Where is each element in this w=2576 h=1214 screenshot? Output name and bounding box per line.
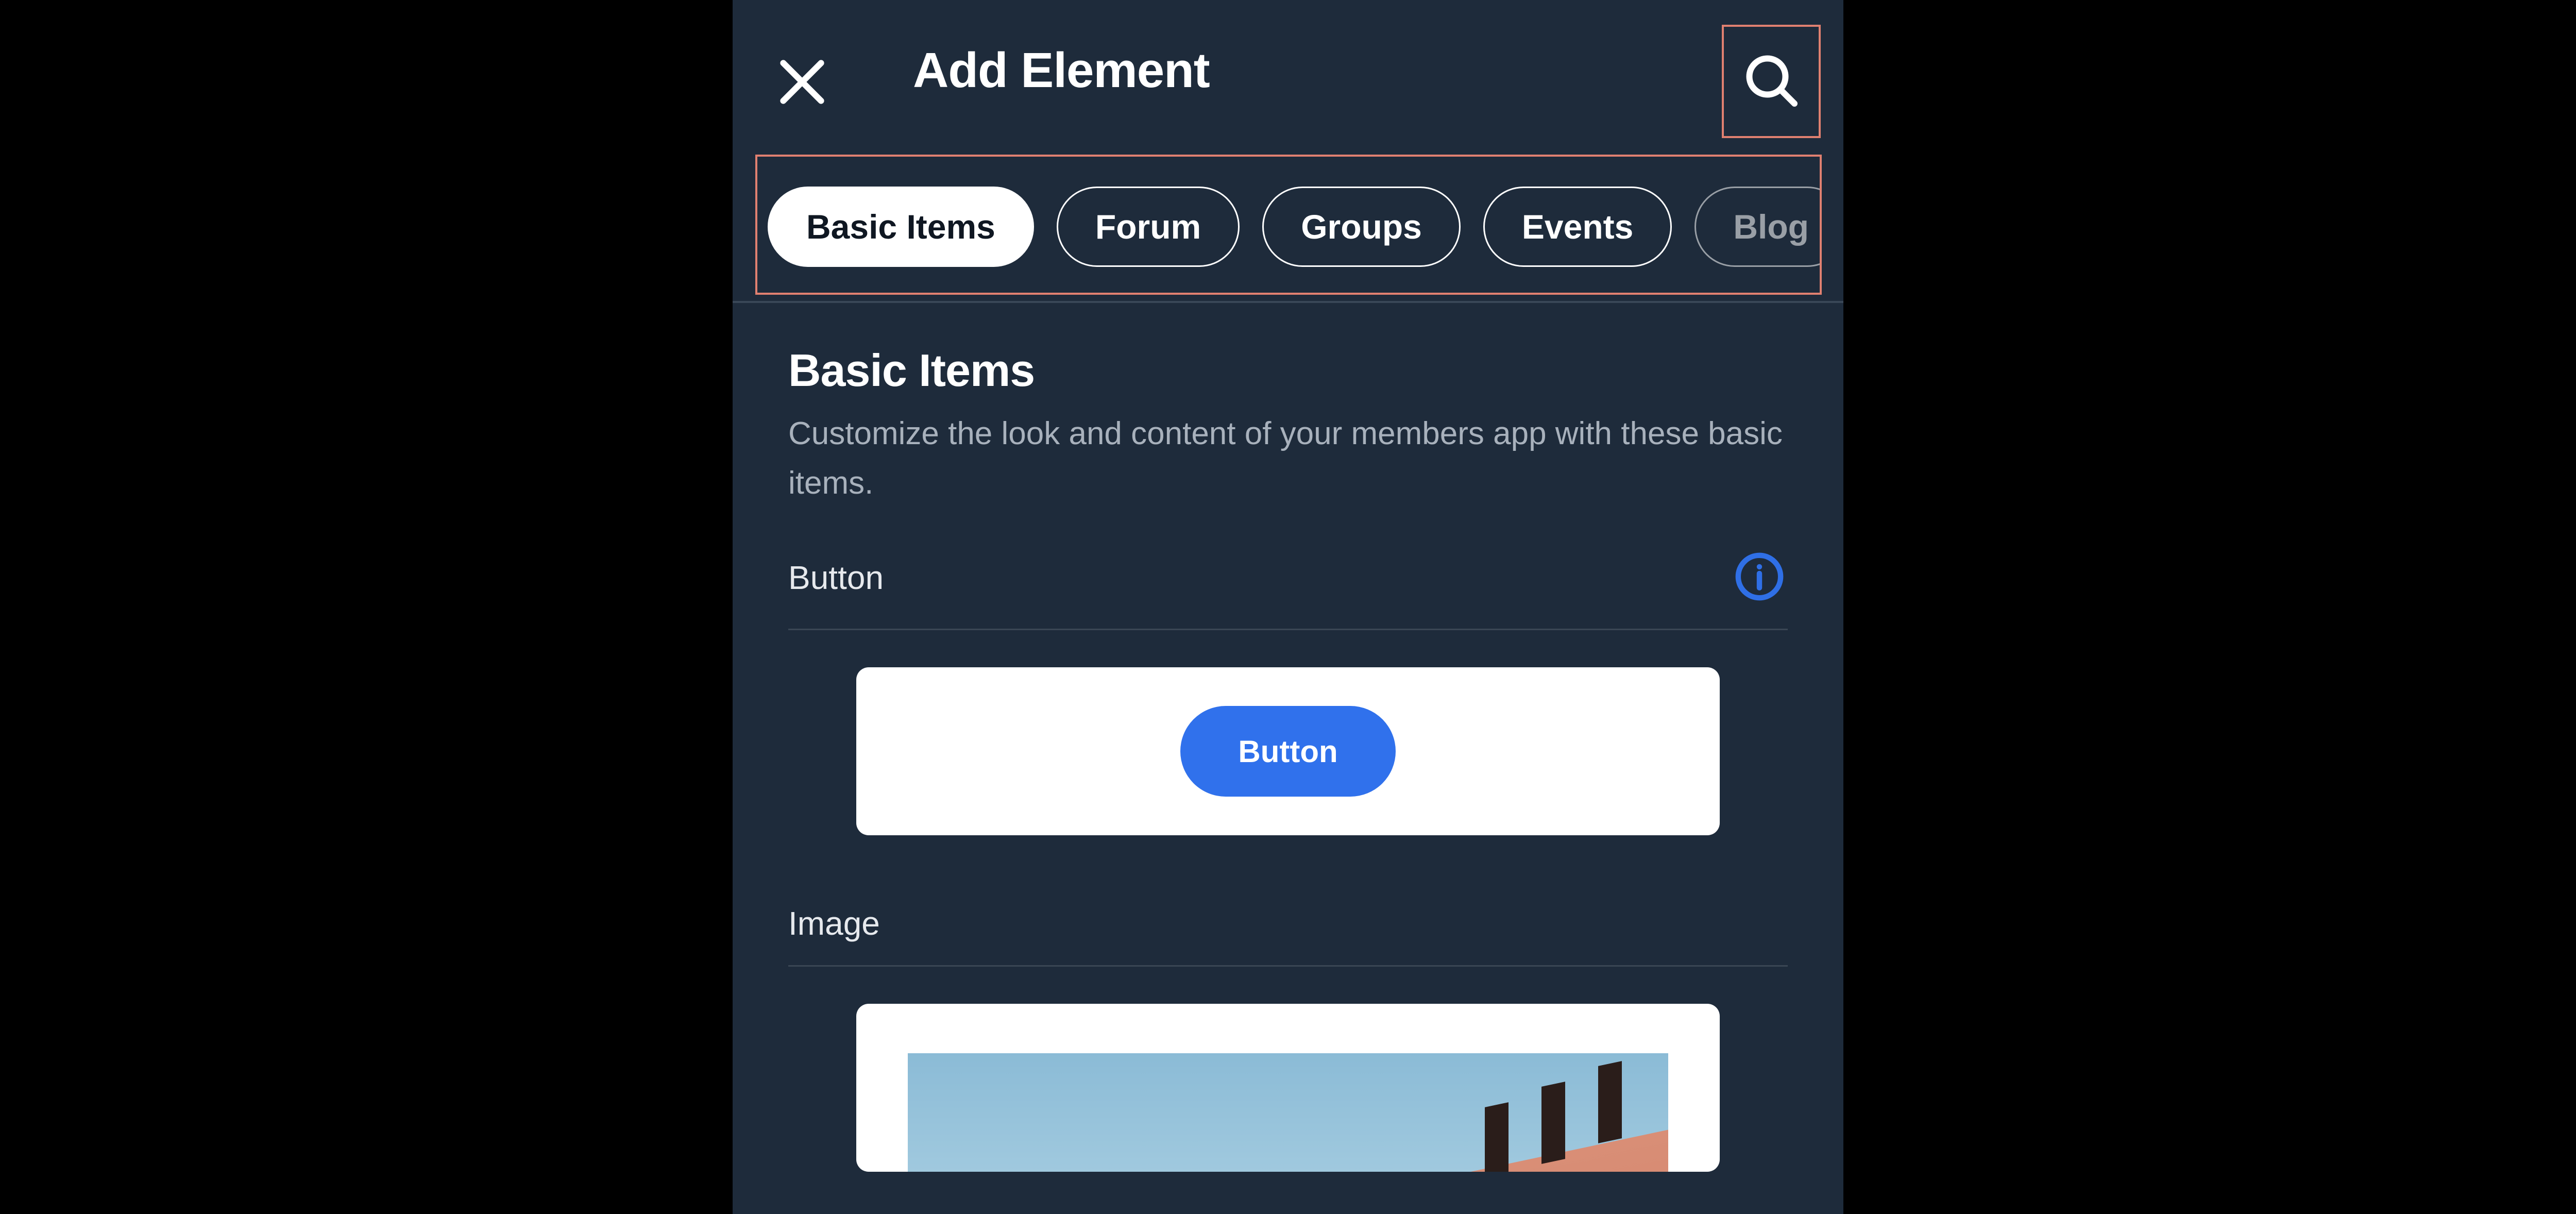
element-row-header: Image	[788, 904, 1788, 967]
section-description: Customize the look and content of your m…	[788, 409, 1788, 508]
info-button[interactable]	[1731, 549, 1788, 606]
element-label-button: Button	[788, 559, 884, 597]
panel-content: Basic Items Customize the look and conte…	[733, 315, 1843, 1172]
panel-title: Add Element	[913, 42, 1210, 99]
search-icon	[1740, 49, 1802, 114]
section-title: Basic Items	[788, 344, 1788, 397]
close-button[interactable]	[769, 49, 836, 116]
element-preview-button[interactable]: Button	[856, 667, 1720, 835]
category-tabs[interactable]: Basic Items Forum Groups Events Blog	[768, 187, 1822, 267]
close-icon	[774, 54, 831, 113]
tab-events[interactable]: Events	[1483, 187, 1672, 267]
search-button[interactable]	[1722, 25, 1821, 138]
element-row-image: Image	[788, 904, 1788, 1172]
sample-image	[908, 1053, 1668, 1172]
category-tabs-highlight: Basic Items Forum Groups Events Blog	[755, 155, 1822, 295]
tabs-divider	[733, 301, 1843, 303]
element-row-header: Button	[788, 549, 1788, 630]
panel-header: Add Element	[733, 0, 1843, 153]
element-row-button: Button Button	[788, 549, 1788, 835]
sample-button: Button	[1180, 706, 1395, 797]
info-icon	[1733, 550, 1786, 606]
tab-basic-items[interactable]: Basic Items	[768, 187, 1034, 267]
add-element-panel: Add Element Basic Items Forum Groups Eve…	[733, 0, 1843, 1214]
tab-blog[interactable]: Blog	[1694, 187, 1822, 267]
tab-groups[interactable]: Groups	[1262, 187, 1461, 267]
element-label-image: Image	[788, 904, 880, 942]
element-preview-image[interactable]	[856, 1004, 1720, 1172]
tab-forum[interactable]: Forum	[1057, 187, 1240, 267]
